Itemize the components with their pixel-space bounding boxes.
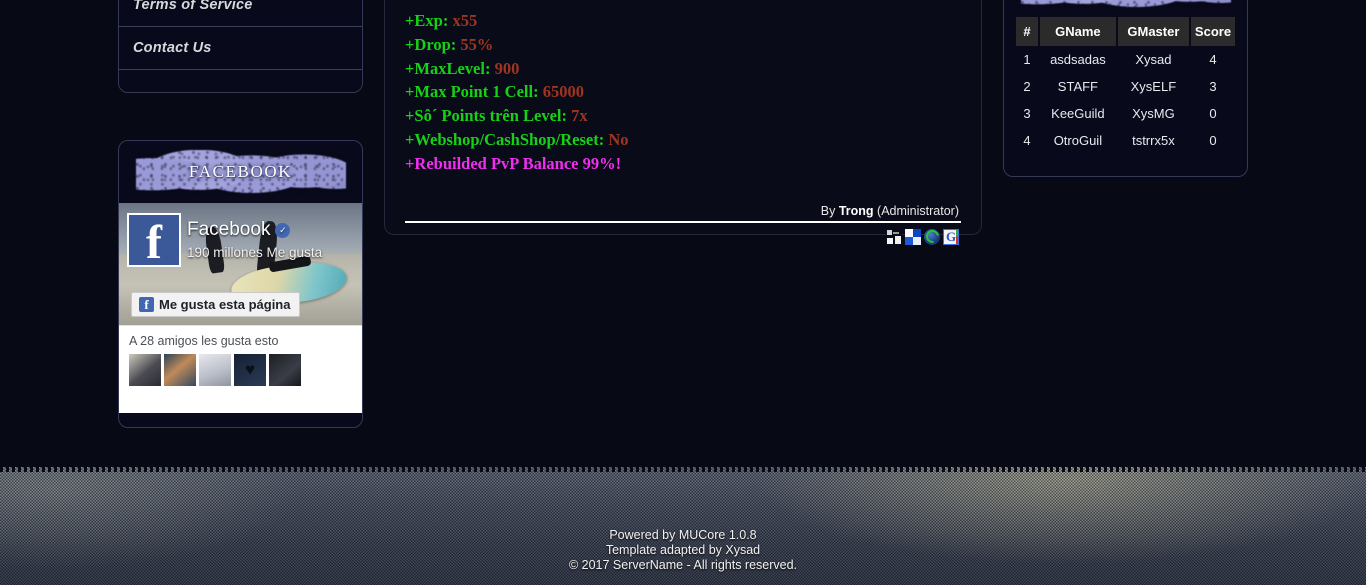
verified-badge-icon: ✓: [275, 222, 291, 238]
table-row[interactable]: 4 OtroGuil tstrrx5x 0: [1016, 127, 1235, 154]
sidebar-item-terms-of-service[interactable]: Terms of Service: [119, 0, 362, 27]
signature-divider: [405, 220, 961, 223]
facebook-logo-glyph: f: [146, 215, 162, 269]
table-header-row: # GName GMaster Score: [1016, 17, 1235, 46]
footer-credits: Powered by MUCore 1.0.8 Template adapted…: [0, 528, 1366, 573]
column-header-score: Score: [1191, 17, 1235, 46]
facebook-like-button[interactable]: f Me gusta esta página: [131, 292, 301, 317]
cell-gname: asdsadas: [1050, 52, 1106, 67]
sidebar-item-contact-us[interactable]: Contact Us: [119, 27, 362, 70]
cell-gname: STAFF: [1057, 79, 1098, 94]
facebook-banner: FACEBOOK: [119, 141, 362, 203]
column-header-gname: GName: [1040, 17, 1116, 46]
facebook-logo-icon: f: [127, 213, 181, 267]
sidebar: Register Terms of Service Contact Us: [118, 0, 363, 93]
news-value: No: [608, 129, 629, 149]
signature-prefix: By: [820, 203, 839, 218]
site-footer: Powered by MUCore 1.0.8 Template adapted…: [0, 460, 1366, 585]
signature-role: (Administrator): [873, 203, 959, 218]
delicious-icon[interactable]: [905, 228, 921, 245]
cell-score: 4: [1209, 52, 1217, 67]
news-line: +Max Point 1 Cell: 65000: [405, 80, 961, 104]
news-key: +Rebuilded PvP Balance 99%!: [405, 153, 622, 173]
news-value: 7x: [571, 106, 588, 126]
sidebar-menu-panel: Register Terms of Service Contact Us: [118, 0, 363, 93]
news-key: +MaxLevel:: [405, 58, 491, 78]
avatar[interactable]: [164, 354, 196, 386]
news-value: 900: [494, 58, 520, 78]
news-key: +Webshop/CashShop/Reset:: [405, 129, 605, 149]
cell-rank: 1: [1023, 52, 1031, 67]
top-guilds-panel: TOP GUILDS # GName GMaster Score 1 asdsa…: [1003, 0, 1248, 177]
footer-ragged-edge: [0, 460, 1366, 472]
page-root: Register Terms of Service Contact Us FAC…: [0, 0, 1366, 585]
news-line: +Rebuilded PvP Balance 99%!: [405, 152, 961, 176]
table-row[interactable]: 3 KeeGuild XysMG 0: [1016, 100, 1235, 127]
news-key: +Sô´ Points trên Level:: [405, 106, 568, 126]
brush-stroke-icon: [1020, 0, 1231, 8]
facebook-page-name[interactable]: Facebook ✓: [187, 219, 291, 241]
cell-rank: 3: [1023, 106, 1031, 121]
cell-score: 0: [1209, 133, 1217, 148]
top-guilds-banner: TOP GUILDS: [1004, 0, 1247, 17]
cell-gmaster: tstrrx5x: [1132, 133, 1175, 148]
cell-gname: OtroGuil: [1053, 133, 1103, 148]
social-share-bar: G: [405, 228, 961, 245]
footer-line-copyright: © 2017 ServerName - All rights reserved.: [568, 558, 798, 572]
news-signature: By Trong (Administrator): [405, 204, 961, 218]
sidebar-menu-footer-pad: [119, 70, 362, 92]
table-row[interactable]: 1 asdsadas Xysad 4: [1016, 46, 1235, 73]
facebook-page-name-label: Facebook: [187, 219, 271, 240]
stumbleupon-icon[interactable]: [924, 228, 940, 245]
cell-rank: 4: [1023, 133, 1031, 148]
facebook-friend-avatars: [129, 354, 352, 386]
news-key: +Max Point 1 Cell:: [405, 82, 539, 102]
news-line: +Drop: 55%: [405, 33, 961, 57]
share-icon[interactable]: [886, 228, 902, 245]
google-icon[interactable]: G: [943, 228, 959, 245]
avatar[interactable]: [129, 354, 161, 386]
facebook-friends-section: A 28 amigos les gusta esto: [119, 325, 362, 413]
news-line: +Webshop/CashShop/Reset: No: [405, 128, 961, 152]
news-content-panel: +Exp: x55 +Drop: 55% +MaxLevel: 900 +Max…: [384, 0, 982, 245]
facebook-like-button-label: Me gusta esta página: [159, 297, 291, 312]
news-key: +Drop:: [405, 34, 457, 54]
column-header-gmaster: GMaster: [1117, 17, 1189, 46]
facebook-f-icon: f: [139, 297, 154, 312]
facebook-banner-title: FACEBOOK: [188, 162, 293, 181]
table-row[interactable]: 2 STAFF XysELF 3: [1016, 73, 1235, 100]
cell-score: 3: [1209, 79, 1217, 94]
cell-gname: KeeGuild: [1051, 106, 1105, 121]
footer-line-powered-by: Powered by MUCore 1.0.8: [609, 528, 757, 542]
cell-gmaster: XysMG: [1132, 106, 1175, 121]
facebook-friends-label: A 28 amigos les gusta esto: [129, 334, 279, 348]
cell-gmaster: XysELF: [1130, 79, 1177, 94]
news-value: 65000: [542, 82, 584, 102]
news-line: +Exp: x55: [405, 9, 961, 33]
facebook-widget: FACEBOOK f Facebook ✓ 190 millones Me gu…: [118, 140, 363, 428]
news-value: x55: [452, 11, 478, 30]
column-header-rank: #: [1016, 17, 1038, 46]
avatar[interactable]: [199, 354, 231, 386]
news-key: +Exp:: [405, 11, 449, 30]
cell-rank: 2: [1023, 79, 1031, 94]
news-body: +Exp: x55 +Drop: 55% +MaxLevel: 900 +Max…: [405, 0, 961, 176]
news-value: 55%: [460, 34, 494, 54]
cell-gmaster: Xysad: [1135, 52, 1172, 67]
news-line: +Sô´ Points trên Level: 7x: [405, 104, 961, 128]
cell-score: 0: [1209, 106, 1217, 121]
news-line: +MaxLevel: 900: [405, 57, 961, 81]
sidebar-item-label: Terms of Service: [133, 0, 253, 13]
facebook-cover-photo: f Facebook ✓ 190 millones Me gusta f Me …: [119, 203, 362, 325]
facebook-like-count: 190 millones Me gusta: [187, 245, 323, 260]
avatar[interactable]: [234, 354, 266, 386]
footer-line-template: Template adapted by Xysad: [605, 543, 761, 557]
top-guilds-table: # GName GMaster Score 1 asdsadas Xysad 4…: [1004, 17, 1247, 154]
signature-author: Trong: [838, 203, 874, 218]
avatar[interactable]: [269, 354, 301, 386]
sidebar-item-label: Contact Us: [133, 40, 212, 56]
